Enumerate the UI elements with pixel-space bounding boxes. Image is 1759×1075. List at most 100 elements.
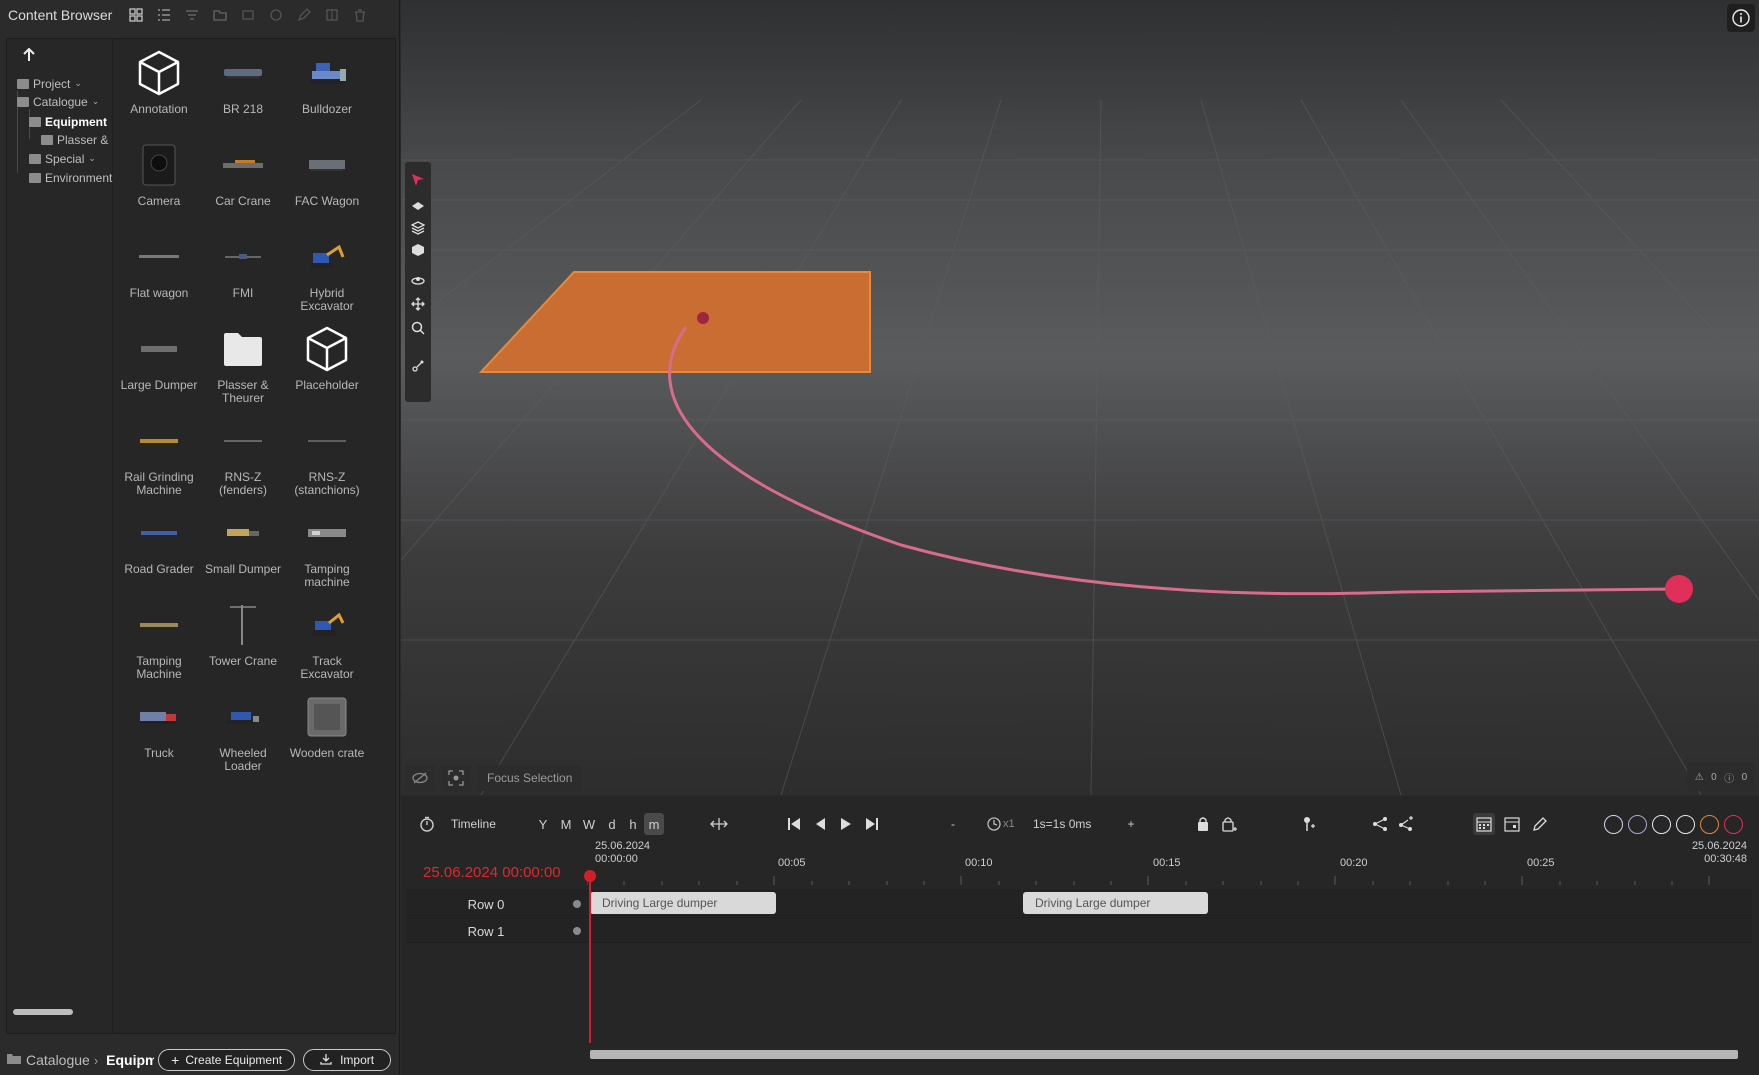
chevron-down-icon[interactable]: ⌄ (74, 78, 82, 89)
step-back-icon[interactable] (811, 814, 829, 834)
tree-item-plasser[interactable]: Plasser & (41, 131, 113, 148)
asset-card[interactable]: Small Dumper (201, 507, 285, 603)
edit-icon[interactable] (294, 5, 314, 25)
delete-icon[interactable] (350, 5, 370, 25)
layer-circle-5[interactable] (1700, 815, 1719, 834)
waypoint-icon[interactable] (410, 358, 426, 374)
export-icon[interactable] (322, 5, 342, 25)
tree-item-project[interactable]: Project ⌄ (17, 75, 82, 92)
refresh-icon[interactable] (266, 5, 286, 25)
lock-icon[interactable] (1195, 814, 1211, 834)
fit-width-icon[interactable] (709, 814, 729, 834)
duplicate-icon[interactable] (238, 5, 258, 25)
path-end-point[interactable] (1665, 575, 1693, 603)
layers-icon[interactable] (410, 220, 426, 236)
zoom-year-button[interactable]: Y (533, 813, 553, 835)
zoom-icon[interactable] (410, 320, 426, 336)
asset-card[interactable]: RNS-Z (stanchions) (285, 415, 369, 511)
asset-card[interactable]: Rail Grinding Machine (117, 415, 201, 511)
share-add-icon[interactable] (1397, 814, 1415, 834)
asset-card[interactable]: Wheeled Loader (201, 691, 285, 787)
asset-card[interactable]: FAC Wagon (285, 139, 369, 235)
asset-card[interactable]: Plasser & Theurer (201, 323, 285, 419)
timeline-row[interactable]: Row 1 (407, 917, 1752, 943)
calendar-icon[interactable] (1501, 813, 1523, 835)
play-icon[interactable] (837, 814, 855, 834)
asset-card[interactable]: Truck (117, 691, 201, 787)
tree-scrollbar[interactable] (13, 1009, 73, 1015)
tree-item-equipment[interactable]: Equipment (29, 113, 107, 130)
layer-circle-6[interactable] (1724, 815, 1743, 834)
diagnostics-box[interactable]: ⚠ 0 ⓘ 0 (1687, 763, 1755, 791)
playhead-handle[interactable] (584, 870, 596, 882)
asset-card[interactable]: Tower Crane (201, 599, 285, 695)
breadcrumb-current[interactable]: Equipment (106, 1052, 154, 1068)
zoom-hour-button[interactable]: h (623, 813, 643, 835)
create-equipment-button[interactable]: + Create Equipment (158, 1049, 296, 1071)
layer-circle-1[interactable] (1604, 815, 1623, 834)
skip-end-icon[interactable] (863, 814, 881, 834)
speed-value[interactable]: 1s=1s 0ms (1033, 814, 1091, 834)
timeline-clip[interactable]: Driving Large dumper (590, 892, 776, 914)
stopwatch-icon[interactable] (417, 814, 437, 834)
box-icon[interactable] (410, 242, 426, 258)
breadcrumb-catalogue[interactable]: Catalogue (26, 1052, 90, 1068)
tree-item-catalogue[interactable]: Catalogue ⌄ (17, 93, 99, 110)
folder-settings-icon[interactable] (210, 5, 230, 25)
grid-view-icon[interactable] (126, 5, 146, 25)
import-button[interactable]: Import (303, 1049, 392, 1071)
playhead-line[interactable] (589, 878, 591, 1043)
skip-start-icon[interactable] (785, 814, 803, 834)
speed-decrease-button[interactable]: - (947, 814, 959, 834)
layer-circle-2[interactable] (1628, 815, 1647, 834)
share-icon[interactable] (1371, 814, 1389, 834)
zoom-day-button[interactable]: d (602, 813, 622, 835)
lock-add-icon[interactable] (1221, 814, 1239, 834)
asset-card[interactable]: Wooden crate (285, 691, 369, 787)
layer-single-icon[interactable] (410, 198, 426, 214)
info-button[interactable] (1727, 4, 1755, 32)
selected-object-area[interactable] (478, 271, 871, 373)
asset-card[interactable]: Bulldozer (285, 47, 369, 143)
asset-card[interactable]: Annotation (117, 47, 201, 143)
asset-card[interactable]: Placeholder (285, 323, 369, 419)
path-start-point[interactable] (697, 312, 709, 324)
tree-item-environment[interactable]: Environment (29, 169, 113, 186)
asset-card[interactable]: RNS-Z (fenders) (201, 415, 285, 511)
asset-card[interactable]: FMI (201, 231, 285, 327)
add-keyframe-icon[interactable] (1299, 814, 1317, 834)
asset-card[interactable]: Tamping machine (285, 507, 369, 603)
row-dot-icon[interactable] (573, 927, 581, 935)
pencil-icon[interactable] (1529, 813, 1551, 835)
focus-frame-button[interactable] (441, 765, 471, 791)
timeline-horizontal-scrollbar[interactable] (590, 1050, 1738, 1059)
layer-circle-4[interactable] (1676, 815, 1695, 834)
3d-viewport[interactable]: Focus Selection ⚠ 0 ⓘ 0 (401, 0, 1759, 795)
list-view-icon[interactable] (154, 5, 174, 25)
eye-hidden-button[interactable] (405, 765, 435, 791)
asset-card[interactable]: Hybrid Excavator (285, 231, 369, 327)
zoom-month-button[interactable]: M (556, 813, 576, 835)
asset-card[interactable]: Large Dumper (117, 323, 201, 419)
calendar-grid-icon[interactable] (1473, 813, 1495, 835)
timeline-clip[interactable]: Driving Large dumper (1023, 892, 1208, 914)
asset-card[interactable]: Car Crane (201, 139, 285, 235)
tree-item-special[interactable]: Special ⌄ (29, 150, 96, 167)
row-dot-icon[interactable] (573, 900, 581, 908)
asset-card[interactable]: Flat wagon (117, 231, 201, 327)
select-arrow-icon[interactable] (410, 172, 426, 188)
focus-selection-button[interactable]: Focus Selection (477, 765, 583, 791)
chevron-down-icon[interactable]: ⌄ (88, 153, 96, 164)
navigate-up-button[interactable] (19, 45, 39, 65)
pan-move-icon[interactable] (410, 296, 426, 312)
timeline-row[interactable]: Row 0 Driving Large dumper Driving Large… (407, 890, 1752, 916)
speed-increase-button[interactable]: + (1125, 814, 1137, 834)
orbit-icon[interactable] (410, 272, 426, 288)
asset-card[interactable]: Tamping Machine (117, 599, 201, 695)
zoom-minute-button[interactable]: m (644, 813, 664, 835)
layer-circle-3[interactable] (1652, 815, 1671, 834)
asset-card[interactable]: Road Grader (117, 507, 201, 603)
asset-card[interactable]: Track Excavator (285, 599, 369, 695)
asset-card[interactable]: BR 218 (201, 47, 285, 143)
asset-card[interactable]: Camera (117, 139, 201, 235)
